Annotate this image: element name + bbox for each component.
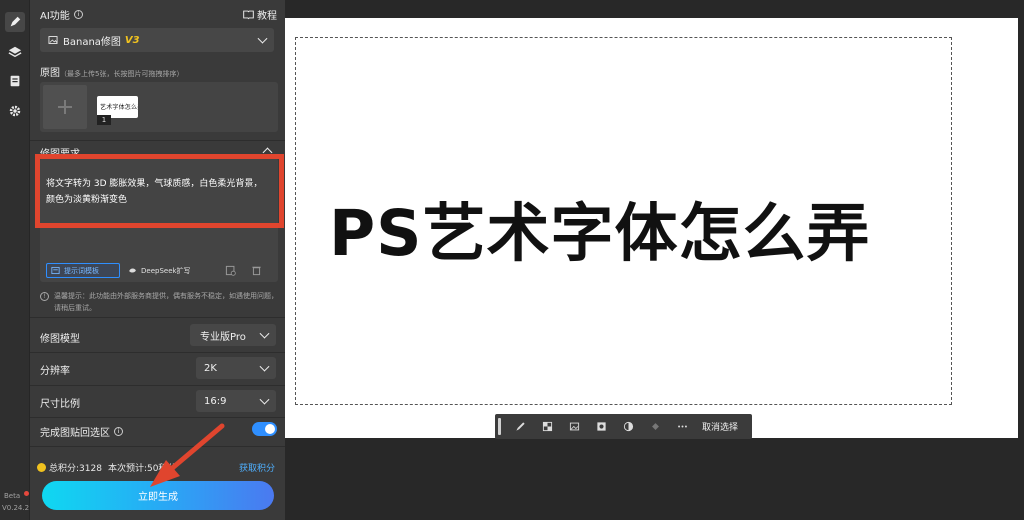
coin-icon bbox=[37, 463, 46, 472]
prompt-template-label: 提示词模板 bbox=[64, 266, 99, 275]
ai-title-row: AI功能 i bbox=[40, 7, 83, 22]
model-select-badge: V3 bbox=[124, 34, 140, 46]
divider bbox=[30, 385, 285, 386]
layer-mask-button[interactable] bbox=[588, 414, 615, 439]
layers-icon[interactable] bbox=[5, 42, 25, 62]
brush-icon bbox=[516, 422, 525, 431]
chevron-down-icon bbox=[259, 361, 270, 372]
highlight-frame bbox=[35, 154, 284, 228]
estimate-label: 本次预计: bbox=[107, 464, 147, 474]
paste-back-label: 完成图贴回选区 bbox=[40, 428, 110, 439]
resolution-value: 2K bbox=[204, 362, 217, 374]
info-icon[interactable]: i bbox=[73, 10, 83, 19]
image-icon bbox=[48, 36, 58, 44]
history-icon[interactable] bbox=[225, 265, 236, 276]
info-icon[interactable]: i bbox=[114, 427, 123, 436]
generate-button[interactable]: 立即生成 bbox=[42, 481, 274, 510]
divider bbox=[30, 417, 285, 418]
divider bbox=[30, 317, 285, 318]
drag-handle[interactable] bbox=[498, 418, 501, 435]
selection-toolbar: 取消选择 bbox=[495, 414, 752, 439]
plus-icon bbox=[58, 100, 72, 114]
original-title: 原图 bbox=[40, 68, 60, 79]
brush-tool-icon[interactable] bbox=[5, 12, 25, 32]
prompt-template-button[interactable]: 提示词模板 bbox=[46, 263, 120, 278]
version-label: V0.24.2 bbox=[2, 504, 30, 512]
document-icon[interactable] bbox=[5, 71, 25, 91]
retouch-model-value: 专业版Pro bbox=[200, 331, 246, 343]
more-icon bbox=[678, 425, 687, 428]
model-select-name: Banana修图 bbox=[63, 36, 121, 48]
divider bbox=[30, 446, 285, 447]
checker-icon bbox=[542, 421, 553, 432]
original-section-title: 原图（最多上传5张，长按图片可拖拽排序） bbox=[40, 64, 183, 79]
aspect-ratio-label: 尺寸比例 bbox=[40, 399, 80, 410]
more-button[interactable] bbox=[669, 414, 696, 439]
chevron-down-icon bbox=[259, 394, 270, 405]
retouch-model-label: 修图模型 bbox=[40, 334, 80, 345]
total-points: 总积分:3128 bbox=[49, 464, 102, 474]
ai-panel: AI功能 i 教程 Banana修图 V3 原图（最多上传5张，长按图片可拖拽排… bbox=[30, 0, 285, 520]
notification-dot bbox=[24, 491, 29, 496]
ai-title: AI功能 bbox=[40, 11, 70, 22]
cancel-selection-button[interactable]: 取消选择 bbox=[702, 420, 738, 433]
thumbnail-text: 艺术字体怎么弄 bbox=[100, 104, 138, 111]
fill-button[interactable] bbox=[642, 414, 669, 439]
image-icon bbox=[569, 422, 580, 431]
thumbnail-index-badge: 1 bbox=[97, 115, 111, 125]
points-info: 总积分:3128 本次预计: 50积分 bbox=[37, 461, 176, 474]
aspect-ratio-select[interactable]: 16:9 bbox=[196, 390, 276, 412]
gear-icon[interactable] bbox=[5, 101, 25, 121]
chevron-down-icon bbox=[259, 328, 270, 339]
info-icon: ! bbox=[40, 292, 49, 301]
canvas[interactable]: PS艺术字体怎么弄 bbox=[285, 18, 1018, 438]
resolution-select[interactable]: 2K bbox=[196, 357, 276, 379]
add-image-button[interactable] bbox=[43, 85, 87, 129]
aspect-ratio-value: 16:9 bbox=[204, 395, 227, 407]
retouch-model-select[interactable]: 专业版Pro bbox=[190, 324, 276, 346]
paste-back-row: 完成图贴回选区 i bbox=[40, 424, 123, 439]
divider bbox=[30, 352, 285, 353]
get-points-link[interactable]: 获取积分 bbox=[239, 461, 275, 474]
paste-back-toggle[interactable] bbox=[252, 422, 277, 436]
divider bbox=[30, 140, 285, 141]
tutorial-label: 教程 bbox=[257, 11, 277, 22]
toggle-knob bbox=[265, 424, 275, 434]
book-icon bbox=[243, 10, 254, 20]
contrast-icon bbox=[623, 421, 634, 432]
bucket-icon bbox=[652, 423, 659, 430]
original-hint: （最多上传5张，长按图片可拖拽排序） bbox=[60, 70, 184, 78]
contrast-button[interactable] bbox=[615, 414, 642, 439]
template-icon bbox=[51, 266, 60, 275]
deepseek-label: DeepSeek扩写 bbox=[141, 266, 191, 275]
mask-button[interactable] bbox=[534, 414, 561, 439]
deepseek-expand-button[interactable]: DeepSeek扩写 bbox=[124, 263, 200, 278]
canvas-text: PS艺术字体怎么弄 bbox=[329, 197, 871, 270]
notice-text: 温馨提示：此功能由外部服务商提供，偶有服务不稳定，如遇使用问题，请稍后重试。 bbox=[54, 292, 278, 312]
resolution-label: 分辨率 bbox=[40, 366, 70, 377]
estimate-value: 50积分 bbox=[146, 464, 177, 474]
tool-rail: Beta V0.24.2 bbox=[0, 0, 30, 520]
model-select[interactable]: Banana修图 V3 bbox=[40, 28, 274, 52]
mask-icon bbox=[597, 422, 606, 431]
brush-button[interactable] bbox=[507, 414, 534, 439]
image-button[interactable] bbox=[561, 414, 588, 439]
tutorial-link[interactable]: 教程 bbox=[243, 7, 277, 22]
trash-icon[interactable] bbox=[251, 265, 262, 276]
notice: ! 温馨提示：此功能由外部服务商提供，偶有服务不稳定，如遇使用问题，请稍后重试。 bbox=[40, 290, 280, 314]
upload-area: 艺术字体怎么弄 1 bbox=[40, 82, 278, 132]
deepseek-icon bbox=[129, 268, 136, 273]
chevron-down-icon bbox=[257, 33, 268, 44]
beta-label: Beta bbox=[4, 492, 21, 500]
